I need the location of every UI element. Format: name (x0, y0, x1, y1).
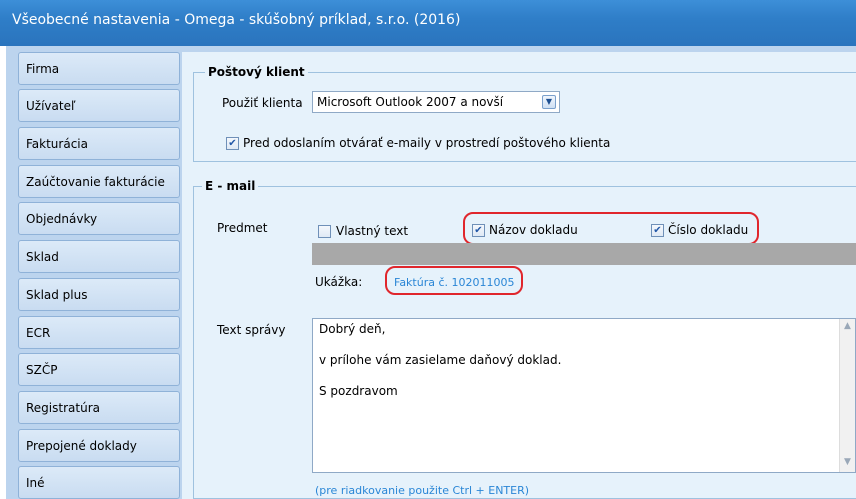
open-in-client-checkbox[interactable]: ✔ (226, 137, 239, 150)
sidebar-item-zauctovanie-fakturacie[interactable]: Zaúčtovanie fakturácie (18, 165, 180, 198)
client-select[interactable]: Microsoft Outlook 2007 a novší ▼ (312, 91, 560, 113)
sidebar-item-ecr[interactable]: ECR (18, 316, 180, 349)
highlight-subject-options (463, 212, 759, 245)
subject-label: Predmet (217, 221, 268, 235)
message-line: S pozdravom (319, 384, 398, 398)
sidebar-item-fakturacia[interactable]: Fakturácia (18, 127, 180, 160)
sidebar-item-objednavky[interactable]: Objednávky (18, 202, 180, 235)
scroll-down-icon[interactable]: ▼ (842, 457, 853, 468)
newline-hint: (pre riadkovanie použite Ctrl + ENTER) (315, 484, 530, 497)
message-textarea[interactable]: Dobrý deň, v prílohe vám zasielame daňov… (312, 318, 856, 473)
message-scrollbar[interactable]: ▲ ▼ (839, 319, 855, 472)
message-line: v prílohe vám zasielame daňový doklad. (319, 353, 562, 367)
scroll-up-icon[interactable]: ▲ (842, 321, 853, 332)
sidebar-item-firma[interactable]: Firma (18, 52, 180, 85)
highlight-preview (385, 266, 523, 295)
message-line: Dobrý deň, (319, 322, 386, 336)
own-text-checkbox[interactable] (318, 225, 331, 238)
mail-client-title: Poštový klient (205, 65, 308, 79)
client-select-value: Microsoft Outlook 2007 a novší (317, 95, 504, 109)
title-bar: Všeobecné nastavenia - Omega - skúšobný … (0, 0, 856, 46)
sidebar-item-sklad[interactable]: Sklad (18, 240, 180, 273)
sidebar-item-uzivatel[interactable]: Užívateľ (18, 89, 180, 122)
sidebar-item-registratura[interactable]: Registratúra (18, 391, 180, 424)
email-title: E - mail (202, 179, 259, 193)
sidebar-item-szcp[interactable]: SZČP (18, 353, 180, 386)
subject-text-bar (312, 243, 856, 265)
message-label: Text správy (217, 323, 286, 337)
window-title: Všeobecné nastavenia - Omega - skúšobný … (12, 12, 461, 28)
sidebar-item-sklad-plus[interactable]: Sklad plus (18, 278, 180, 311)
sidebar-item-ine[interactable]: Iné (18, 466, 180, 499)
open-in-client-label: Pred odoslaním otvárať e-maily v prostre… (243, 136, 611, 150)
sidebar: Firma Užívateľ Fakturácia Zaúčtovanie fa… (18, 52, 182, 499)
preview-label: Ukážka: (315, 275, 363, 289)
sidebar-item-prepojene-doklady[interactable]: Prepojené doklady (18, 429, 180, 462)
own-text-label: Vlastný text (336, 224, 409, 238)
use-client-label: Použiť klienta (222, 96, 303, 110)
chevron-down-icon[interactable]: ▼ (542, 95, 556, 109)
